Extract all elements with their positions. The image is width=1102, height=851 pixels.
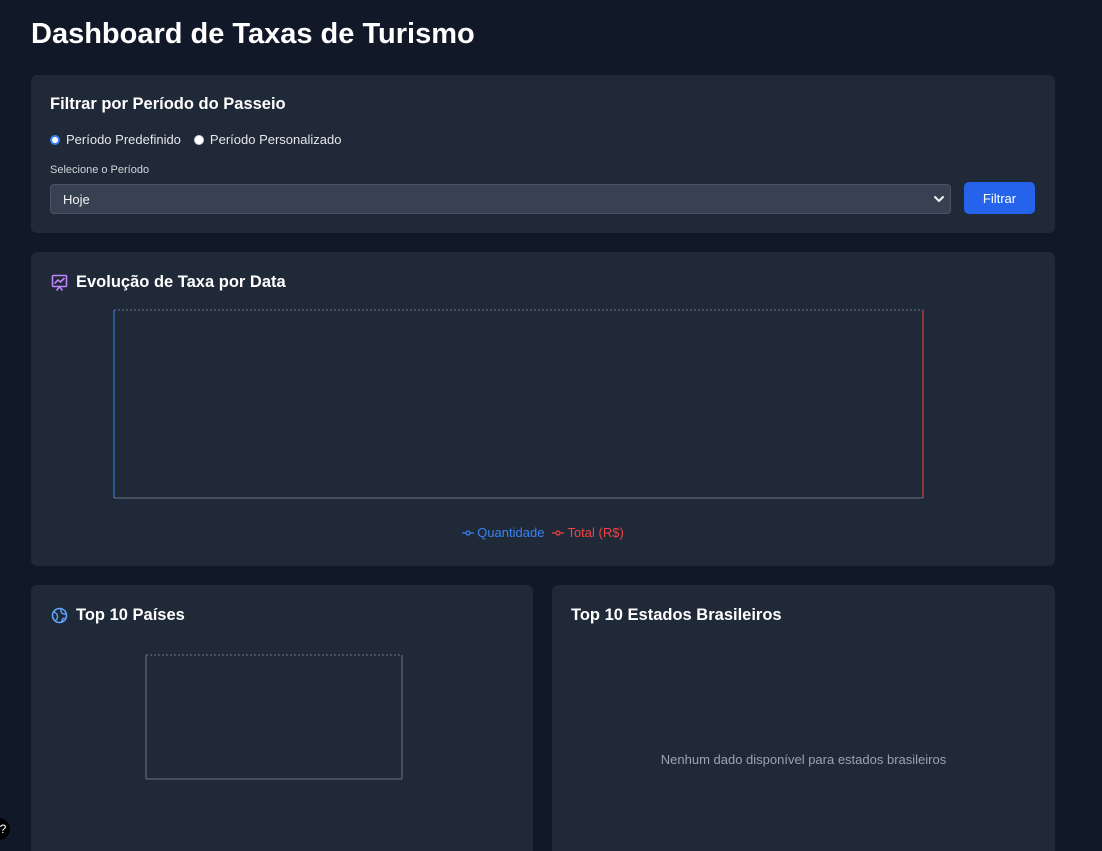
help-icon[interactable]: ? — [0, 818, 10, 840]
legend-label-quantidade: Quantidade — [477, 525, 545, 540]
evolution-chart — [113, 309, 924, 499]
legend-label-total: Total (R$) — [567, 525, 624, 540]
radio-custom-option[interactable]: Período Personalizado — [193, 132, 342, 147]
chart-legend: Quantidade Total (R$) — [31, 525, 1055, 540]
radio-custom-label: Período Personalizado — [209, 132, 342, 147]
line-marker-icon — [552, 529, 565, 536]
period-select-value: Hoje — [63, 191, 90, 207]
states-empty-message: Nenhum dado disponível para estados bras… — [660, 752, 947, 767]
radio-custom[interactable] — [193, 134, 204, 145]
period-select[interactable]: Hoje — [50, 184, 951, 214]
states-heading: Top 10 Estados Brasileiros — [571, 606, 782, 624]
radio-predefined[interactable] — [50, 134, 60, 145]
countries-chart — [145, 654, 403, 780]
radio-predefined-option[interactable]: Período Predefinido — [50, 132, 181, 147]
chevron-down-icon — [934, 196, 944, 202]
page-title: Dashboard de Taxas de Turismo — [31, 18, 475, 50]
period-select-label: Selecione o Período — [50, 164, 150, 176]
filter-heading: Filtrar por Período do Passeio — [50, 95, 286, 113]
filter-button[interactable]: Filtrar — [964, 182, 1035, 214]
line-marker-icon — [462, 529, 475, 536]
legend-item-total[interactable]: Total (R$) — [552, 525, 624, 540]
legend-item-quantidade[interactable]: Quantidade — [462, 525, 544, 540]
period-mode-radio-group: Período Predefinido Período Personalizad… — [50, 132, 354, 147]
states-card: Top 10 Estados Brasileiros Nenhum dado d… — [552, 585, 1055, 851]
evolution-chart-card: Evolução de Taxa por Data Quantidade Tot… — [31, 252, 1055, 566]
page: Dashboard de Taxas de Turismo Filtrar po… — [0, 0, 1102, 851]
countries-chart-card: Top 10 Países — [31, 585, 533, 851]
filter-card: Filtrar por Período do Passeio Período P… — [31, 75, 1055, 233]
radio-predefined-label: Período Predefinido — [66, 132, 181, 147]
